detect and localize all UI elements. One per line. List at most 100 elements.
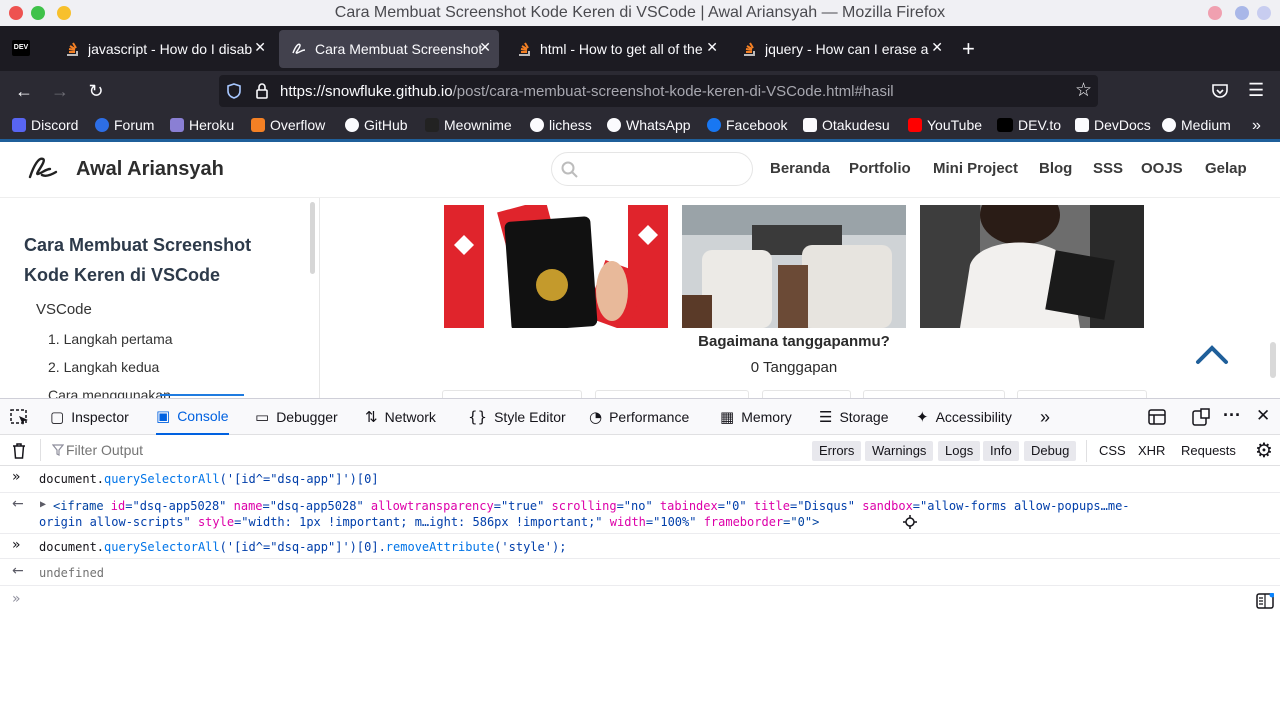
expand-triangle-icon[interactable]: ▶: [40, 499, 46, 510]
trash-icon[interactable]: [11, 442, 27, 460]
url-text[interactable]: https://snowfluke.github.io/post/cara-me…: [280, 83, 894, 100]
bookmark-otakudesu[interactable]: Otakudesu: [803, 117, 890, 133]
bookmark-meownime[interactable]: Meownime: [425, 117, 512, 133]
tab-inspector[interactable]: ▢ Inspector: [50, 399, 129, 435]
tab-style-editor[interactable]: {} Style Editor: [468, 399, 566, 435]
tab-label: Debugger: [276, 409, 338, 425]
reaction-box[interactable]: [442, 390, 582, 398]
tab-html[interactable]: html - How to get all of the ✕: [504, 30, 726, 68]
hamburger-menu-icon[interactable]: ☰: [1248, 80, 1264, 101]
dock-icon[interactable]: [1192, 408, 1210, 426]
menu-sss[interactable]: SSS: [1093, 160, 1123, 177]
pocket-icon[interactable]: [1211, 83, 1229, 99]
filter-info[interactable]: Info: [983, 441, 1019, 461]
filter-debug[interactable]: Debug: [1024, 441, 1077, 461]
minimize-window-icon[interactable]: [57, 6, 71, 20]
filter-xhr[interactable]: XHR: [1138, 443, 1165, 458]
options-icon[interactable]: ···: [1223, 405, 1241, 426]
maximize-window-icon[interactable]: [31, 6, 45, 20]
reaction-box[interactable]: [762, 390, 851, 398]
close-window-icon[interactable]: [9, 6, 23, 20]
menu-gelap[interactable]: Gelap: [1205, 160, 1247, 177]
reaction-box[interactable]: [863, 390, 1005, 398]
shield-icon[interactable]: [225, 82, 243, 100]
bookmarks-overflow-icon[interactable]: »: [1252, 117, 1261, 135]
new-tab-icon[interactable]: +: [962, 36, 975, 62]
bookmark-whatsapp[interactable]: WhatsApp: [607, 117, 691, 133]
ad-image-car-interior[interactable]: [682, 205, 906, 328]
bookmark-lichess[interactable]: lichess: [530, 117, 592, 133]
console-output-line[interactable]: ← ▶ <iframe id="dsq-app5028" name="dsq-a…: [0, 493, 1280, 534]
pick-element-icon[interactable]: [10, 408, 30, 426]
bookmark-overflow[interactable]: Overflow: [251, 117, 325, 133]
back-icon[interactable]: ←: [12, 79, 36, 103]
tab-debugger[interactable]: ▭ Debugger: [255, 399, 338, 435]
bookmark-star-icon[interactable]: ☆: [1075, 79, 1092, 102]
reaction-box[interactable]: [1017, 390, 1147, 398]
code-token: allowtransparency: [370, 499, 494, 513]
url-bar[interactable]: https://snowfluke.github.io/post/cara-me…: [219, 75, 1098, 107]
filter-logs[interactable]: Logs: [938, 441, 981, 461]
bookmark-heroku[interactable]: Heroku: [170, 117, 234, 133]
site-brand[interactable]: Awal Ariansyah: [76, 158, 224, 181]
filter-css[interactable]: CSS: [1099, 443, 1126, 458]
tab-storage[interactable]: ☰ Storage: [819, 399, 889, 435]
filter-warnings[interactable]: Warnings: [865, 441, 934, 461]
close-devtools-icon[interactable]: ✕: [1256, 406, 1270, 426]
reaction-box[interactable]: [595, 390, 749, 398]
editor-mode-icon[interactable]: [1256, 593, 1274, 609]
ad-image-passport[interactable]: [444, 205, 668, 328]
scroll-top-icon[interactable]: [1192, 342, 1232, 366]
site-logo[interactable]: [26, 153, 60, 183]
bookmark-github[interactable]: GitHub: [345, 117, 408, 133]
inspect-node-icon[interactable]: [903, 515, 917, 529]
bookmark-facebook[interactable]: Facebook: [707, 117, 787, 133]
tab-cara-membuat[interactable]: Cara Membuat Screenshot Kod ✕: [279, 30, 499, 68]
tab-console[interactable]: ▣ Console: [156, 399, 229, 435]
split-console-icon[interactable]: [1148, 409, 1166, 425]
tab-jquery[interactable]: jquery - How can I erase a ✕: [729, 30, 951, 68]
bookmark-medium[interactable]: Medium: [1162, 117, 1231, 133]
menu-portfolio[interactable]: Portfolio: [849, 160, 911, 177]
console-input-line[interactable]: » document.querySelectorAll('[id^="dsq-a…: [0, 466, 1280, 493]
site-search-input[interactable]: [551, 152, 753, 186]
menu-blog[interactable]: Blog: [1039, 160, 1072, 177]
tab-accessibility[interactable]: ✦ Accessibility: [916, 399, 1012, 435]
forward-icon[interactable]: →: [48, 79, 72, 103]
tab-memory[interactable]: ▦ Memory: [720, 399, 792, 435]
close-tab-icon[interactable]: ✕: [479, 39, 491, 56]
menu-oojs[interactable]: OOJS: [1141, 160, 1183, 177]
page-scrollbar[interactable]: [1270, 342, 1276, 378]
filter-requests[interactable]: Requests: [1181, 443, 1236, 458]
console-settings-gear-icon[interactable]: ⚙: [1255, 438, 1273, 463]
ad-image-woman-laptop[interactable]: [920, 205, 1144, 328]
menu-beranda[interactable]: Beranda: [770, 160, 830, 177]
filter-errors[interactable]: Errors: [812, 441, 862, 461]
reload-icon[interactable]: ↻: [84, 79, 108, 103]
bookmark-devto[interactable]: DEV.to: [997, 117, 1061, 133]
bookmark-discord[interactable]: Discord: [12, 117, 78, 133]
lock-icon[interactable]: [255, 82, 269, 100]
toc-item[interactable]: 2. Langkah kedua: [48, 359, 159, 375]
tab-performance[interactable]: ◔ Performance: [589, 399, 689, 435]
more-tools-icon[interactable]: »: [1040, 399, 1050, 435]
console-input-line[interactable]: » document.querySelectorAll('[id^="dsq-a…: [0, 534, 1280, 559]
sidebar-scrollbar[interactable]: [310, 202, 315, 274]
otakudesu-icon: [803, 118, 817, 132]
menu-mini-project[interactable]: Mini Project: [933, 160, 1018, 177]
bookmark-youtube[interactable]: YouTube: [908, 117, 982, 133]
toc-item[interactable]: VSCode: [36, 301, 92, 318]
toc-item[interactable]: Cara menggunakan: [48, 387, 171, 398]
console-prompt[interactable]: »: [0, 586, 1280, 614]
tab-network[interactable]: ⇅ Network: [365, 399, 436, 435]
bookmark-devdocs[interactable]: DevDocs: [1075, 117, 1151, 133]
bookmark-forum[interactable]: Forum: [95, 117, 154, 133]
tab-javascript[interactable]: javascript - How do I disab ✕: [52, 30, 274, 68]
toc-item[interactable]: 1. Langkah pertama: [48, 331, 173, 347]
close-tab-icon[interactable]: ✕: [931, 39, 943, 56]
close-tab-icon[interactable]: ✕: [254, 39, 266, 56]
filter-output-input[interactable]: [66, 440, 466, 460]
dev-icon[interactable]: DEV: [12, 40, 30, 56]
console-output-line[interactable]: ← undefined: [0, 559, 1280, 586]
close-tab-icon[interactable]: ✕: [706, 39, 718, 56]
